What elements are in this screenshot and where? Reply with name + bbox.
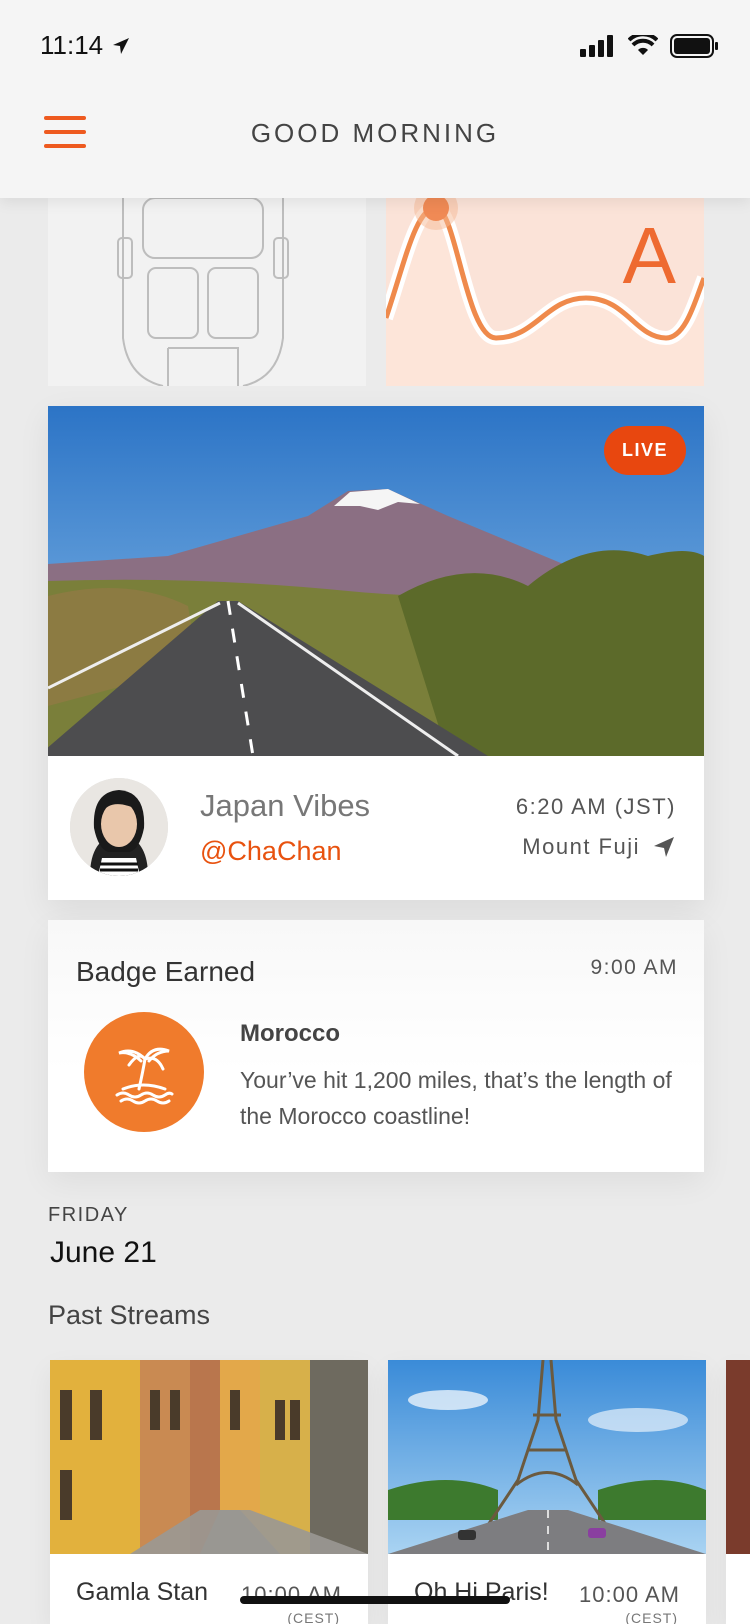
badge-heading: Badge Earned [76,956,256,987]
palm-island-icon [115,1047,174,1105]
navigation-arrow-icon [654,837,674,857]
stream-location[interactable]: Mount Fuji [522,834,676,860]
mount-fuji-photo[interactable]: LIVE [48,406,704,756]
past-stream-zone: (CEST) [625,1610,678,1624]
activity-grade-letter: A [622,211,676,300]
past-stream-zone: (CEST) [287,1610,340,1624]
past-stream-card[interactable]: Gamla Stan 10:00 AM (CEST) [50,1360,368,1624]
badge-place: Morocco [240,1020,341,1047]
status-time: 11:14 [40,30,131,61]
avatar[interactable] [70,778,168,876]
gamla-stan-photo [50,1360,368,1554]
past-stream-name: Gamla Stan [76,1578,209,1606]
live-stream-card[interactable]: LIVE Japan Vibes @ChaChan 6:20 AM (JST) … [48,406,704,900]
battery-icon [670,34,718,58]
past-stream-card[interactable]: Oh Hi Paris! 10:00 AM (CEST) [388,1360,706,1624]
paris-photo [388,1360,706,1554]
avatar-portrait [70,778,168,876]
partial-photo [726,1360,750,1554]
page-title: GOOD MORNING [250,118,500,148]
stream-location-label: Mount Fuji [522,834,640,859]
badge-time: 9:00 AM [590,956,678,979]
live-badge: LIVE [603,426,686,475]
top-bar: 11:14 GOOD MORNING [0,0,750,198]
badge-description: Your’ve hit 1,200 miles, that’s the leng… [240,1067,672,1129]
status-time-text: 11:14 [40,30,104,60]
past-stream-card-partial[interactable] [726,1360,750,1624]
badge-medallion [84,1012,204,1132]
car-wireframe-image [117,198,289,386]
status-indicators [580,34,718,58]
stream-title: Japan Vibes [200,788,371,823]
eiffel-tower-scene [388,1360,706,1554]
location-arrow-icon [113,37,130,54]
home-indicator[interactable] [240,1596,510,1604]
cellular-signal-icon [580,35,613,57]
past-streams-heading: Past Streams [48,1300,211,1330]
stream-author-handle[interactable]: @ChaChan [200,836,342,867]
date-label: June 21 [50,1236,157,1269]
past-stream-time: 10:00 AM [579,1582,680,1607]
car-xray-card[interactable] [48,198,366,386]
activity-wave-card[interactable]: A [386,198,704,386]
badge-earned-card[interactable]: Badge Earned 9:00 AM Morocco Your’ve hit… [48,920,704,1172]
gamla-stan-scene [50,1360,368,1554]
stream-time: 6:20 AM (JST) [515,794,676,819]
past-stream-time: 10:00 AM [241,1582,342,1607]
wifi-icon [628,35,658,55]
day-label: FRIDAY [48,1204,129,1226]
